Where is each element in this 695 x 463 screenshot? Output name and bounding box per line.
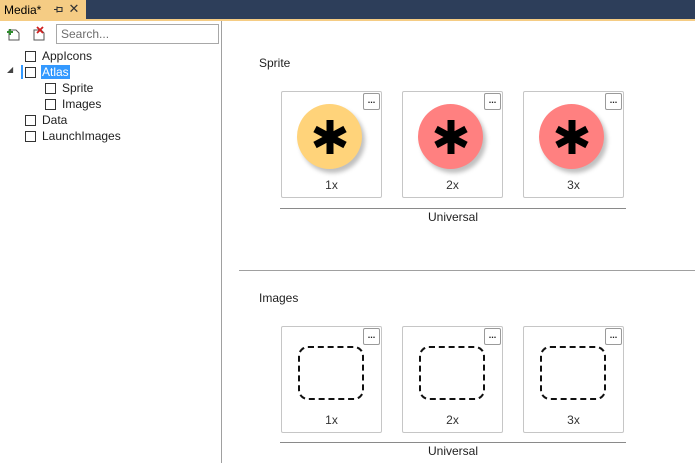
sprite-image bbox=[539, 104, 604, 169]
tree-item-atlas[interactable]: Atlas bbox=[25, 64, 70, 80]
document-tab-strip: Media* ✕ bbox=[0, 0, 695, 19]
slot-menu-button[interactable]: ... bbox=[484, 328, 501, 345]
close-icon[interactable]: ✕ bbox=[67, 1, 81, 16]
tree-item-data[interactable]: Data bbox=[25, 112, 68, 128]
slot-menu-button[interactable]: ... bbox=[605, 93, 622, 110]
tree-checkbox[interactable] bbox=[25, 50, 36, 62]
sprite-slot-1x[interactable]: ... 1x bbox=[281, 91, 382, 198]
section-divider bbox=[239, 270, 695, 271]
image-placeholder bbox=[419, 346, 485, 400]
tree-checkbox[interactable] bbox=[45, 98, 56, 110]
sprite-slot-3x[interactable]: ... 3x bbox=[523, 91, 624, 198]
image-placeholder bbox=[540, 346, 606, 400]
slot-scale-label: 3x bbox=[567, 178, 580, 192]
remove-item-icon bbox=[33, 26, 45, 41]
tree-item-label: Data bbox=[42, 113, 68, 127]
tree-item-appicons[interactable]: AppIcons bbox=[25, 48, 93, 64]
group-label-sprite: Universal bbox=[427, 210, 478, 224]
tab-media[interactable]: Media* ✕ bbox=[0, 0, 86, 19]
slot-menu-button[interactable]: ... bbox=[363, 93, 380, 110]
slot-scale-label: 2x bbox=[446, 178, 459, 192]
selection-marker bbox=[21, 65, 23, 79]
asterisk-icon bbox=[297, 104, 362, 169]
tree-item-label: Images bbox=[62, 97, 102, 111]
slot-scale-label: 1x bbox=[325, 413, 338, 427]
asterisk-icon bbox=[418, 104, 483, 169]
tree-item-label: Sprite bbox=[62, 81, 94, 95]
image-slot-1x[interactable]: ... 1x bbox=[281, 326, 382, 433]
slot-menu-button[interactable]: ... bbox=[484, 93, 501, 110]
asterisk-icon bbox=[539, 104, 604, 169]
group-divider-images bbox=[280, 442, 626, 443]
sprite-slot-2x[interactable]: ... 2x bbox=[402, 91, 503, 198]
search-input[interactable] bbox=[56, 24, 219, 44]
sprite-image bbox=[418, 104, 483, 169]
tree-item-launchimages[interactable]: LaunchImages bbox=[25, 128, 122, 144]
tree-item-images[interactable]: Images bbox=[45, 96, 102, 112]
slot-scale-label: 3x bbox=[567, 413, 580, 427]
slot-scale-label: 2x bbox=[446, 413, 459, 427]
tree-item-label: AppIcons bbox=[42, 49, 93, 63]
sprite-image bbox=[297, 104, 362, 169]
asset-editor-pane: Sprite ... 1x ... 2x ... 3x Universal Im… bbox=[223, 21, 695, 463]
slot-menu-button[interactable]: ... bbox=[605, 328, 622, 345]
add-item-button[interactable] bbox=[5, 25, 23, 43]
image-slot-2x[interactable]: ... 2x bbox=[402, 326, 503, 433]
tree-checkbox[interactable] bbox=[25, 114, 36, 126]
tree-checkbox[interactable] bbox=[25, 66, 36, 78]
tree-checkbox[interactable] bbox=[25, 130, 36, 142]
expand-arrow-icon[interactable]: ◢ bbox=[7, 66, 15, 74]
section-title-images: Images bbox=[259, 291, 299, 305]
remove-item-button[interactable] bbox=[30, 25, 48, 43]
slot-scale-label: 1x bbox=[325, 178, 338, 192]
tree-item-sprite[interactable]: Sprite bbox=[45, 80, 94, 96]
slot-menu-button[interactable]: ... bbox=[363, 328, 380, 345]
group-divider-sprite bbox=[280, 208, 626, 209]
section-title-sprite: Sprite bbox=[259, 56, 291, 70]
tree-item-label: LaunchImages bbox=[42, 129, 121, 143]
tree-item-label: Atlas bbox=[41, 65, 70, 79]
asset-tree-pane: ◢ AppIcons Atlas Sprite Images Data Laun… bbox=[0, 21, 222, 463]
add-item-icon bbox=[7, 29, 20, 41]
group-label-images: Universal bbox=[427, 444, 478, 458]
tree-checkbox[interactable] bbox=[45, 82, 56, 94]
pin-icon[interactable] bbox=[51, 2, 65, 16]
image-slot-3x[interactable]: ... 3x bbox=[523, 326, 624, 433]
tab-title: Media* bbox=[4, 2, 42, 17]
image-placeholder bbox=[298, 346, 364, 400]
